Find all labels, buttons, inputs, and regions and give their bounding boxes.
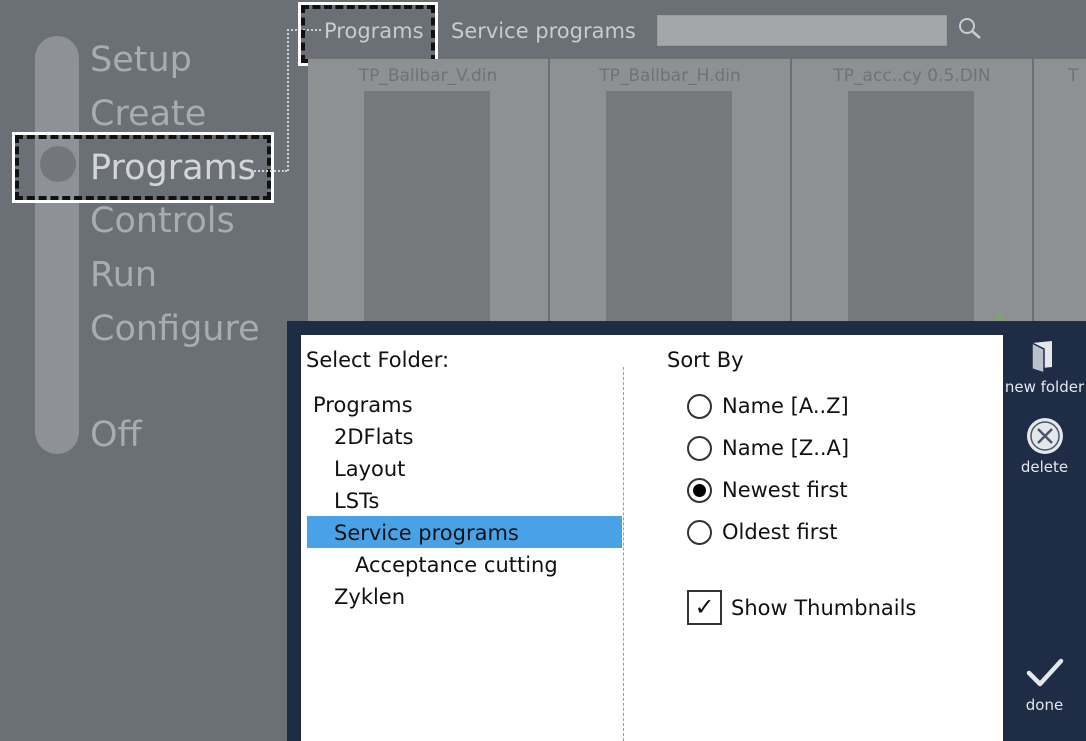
thumbnail-image — [364, 91, 490, 323]
folder-item-zyklen[interactable]: Zyklen — [334, 583, 405, 611]
program-thumbnail[interactable]: TP_Ballbar_H.din — [550, 59, 790, 323]
folder-item-layout[interactable]: Layout — [334, 455, 405, 483]
thumbnail-image — [606, 91, 732, 323]
program-thumbnail[interactable]: TP_Ballbar_V.din — [308, 59, 548, 323]
radio-button[interactable] — [687, 394, 712, 419]
radio-button-selected[interactable] — [687, 478, 712, 503]
pane-divider — [623, 367, 624, 741]
delete-icon — [1027, 418, 1063, 454]
folder-item-service-programs[interactable]: Service programs — [334, 519, 519, 547]
thumbnail-label: T — [1068, 66, 1079, 86]
folder-item-programs[interactable]: Programs — [313, 391, 413, 419]
folder-item-2dflats[interactable]: 2DFlats — [334, 423, 414, 451]
thumbnail-marker — [996, 313, 1004, 321]
thumbnail-label: TP_Ballbar_V.din — [358, 66, 498, 86]
nav-item-setup[interactable]: Setup — [90, 40, 192, 80]
thumbnail-image — [848, 91, 974, 323]
nav-slider-track[interactable] — [35, 36, 79, 454]
show-thumbnails-label: Show Thumbnails — [731, 596, 917, 620]
dialog-body: Select Folder: Programs 2DFlats Layout L… — [301, 335, 1003, 741]
radio-label: Oldest first — [722, 520, 838, 544]
folder-options-dialog: Select Folder: Programs 2DFlats Layout L… — [287, 321, 1086, 741]
tab-focus-indicator — [298, 2, 438, 66]
nav-item-run[interactable]: Run — [90, 255, 157, 295]
radio-button[interactable] — [687, 436, 712, 461]
folder-item-lsts[interactable]: LSTs — [334, 487, 379, 515]
tab-service-programs[interactable]: Service programs — [451, 17, 636, 45]
search-input[interactable] — [657, 15, 947, 46]
radio-button[interactable] — [687, 520, 712, 545]
nav-item-off[interactable]: Off — [90, 415, 142, 455]
folder-item-acceptance-cutting[interactable]: Acceptance cutting — [355, 551, 558, 579]
nav-item-controls[interactable]: Controls — [90, 201, 235, 241]
nav-item-create[interactable]: Create — [90, 94, 206, 134]
checkmark-icon — [1026, 658, 1064, 687]
sort-by-heading: Sort By — [667, 348, 744, 372]
radio-label: Name [A..Z] — [722, 394, 849, 418]
radio-label: Newest first — [722, 478, 848, 502]
thumbnail-label: TP_acc..cy 0.5.DIN — [833, 66, 991, 86]
done-button[interactable]: done — [1003, 653, 1086, 717]
search-icon[interactable] — [957, 16, 983, 42]
new-folder-button[interactable]: new folder — [1003, 335, 1086, 401]
radio-label: Name [Z..A] — [722, 436, 850, 460]
focus-connector-line — [287, 29, 289, 171]
main-nav: Setup Create Programs Controls Run Confi… — [0, 0, 287, 741]
program-thumbnail[interactable]: TP_acc..cy 0.5.DIN — [792, 59, 1032, 323]
delete-button[interactable]: delete — [1003, 416, 1086, 478]
folder-tree: Select Folder: Programs 2DFlats Layout L… — [301, 335, 623, 741]
nav-focus-indicator — [12, 132, 274, 203]
select-folder-heading: Select Folder: — [306, 348, 450, 372]
thumbnail-label: TP_Ballbar_H.din — [599, 66, 741, 86]
focus-connector-line — [251, 170, 287, 172]
delete-label: delete — [1020, 458, 1069, 476]
show-thumbnails-checkbox[interactable]: ✓ — [687, 590, 722, 625]
program-thumbnail[interactable]: T — [1034, 59, 1086, 321]
new-folder-label: new folder — [1004, 378, 1085, 396]
new-folder-icon — [1031, 341, 1052, 373]
done-label: done — [1025, 696, 1064, 714]
nav-item-configure[interactable]: Configure — [90, 309, 260, 349]
